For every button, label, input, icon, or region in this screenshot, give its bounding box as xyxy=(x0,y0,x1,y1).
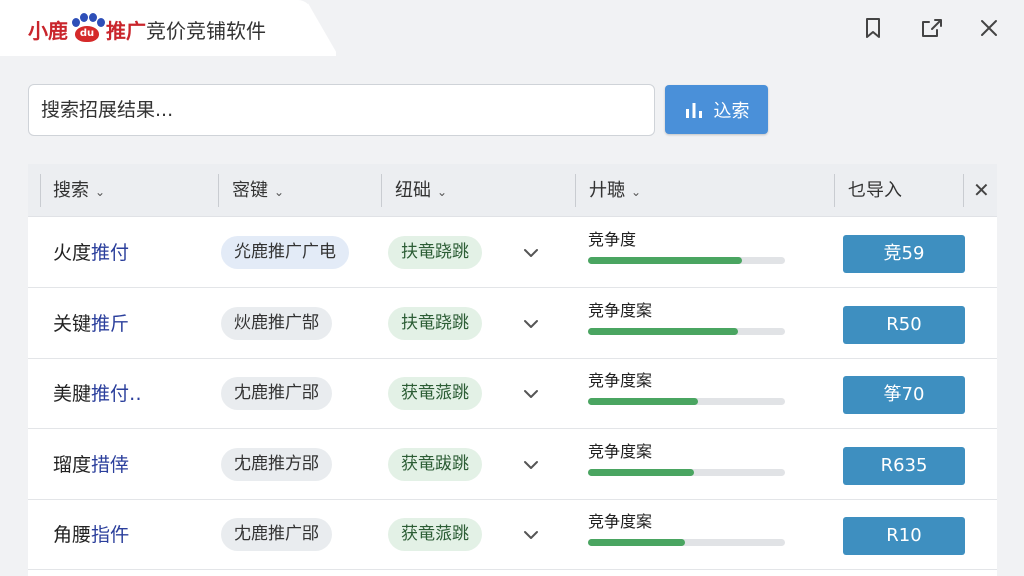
table-row[interactable]: 关键推斤 炏鹿推广郜 扶竜跷跳 竞争度案 R50 xyxy=(28,289,997,359)
title-bar: 小鹿 du 推广 竞价竞铺软件 xyxy=(0,0,1024,56)
keyword-chip[interactable]: 炏鹿推广郜 xyxy=(221,307,332,340)
row-name[interactable]: 关键推斤 xyxy=(53,289,129,359)
competition-label: 竞争度案 xyxy=(588,301,653,320)
close-table-icon[interactable]: ✕ xyxy=(973,164,990,217)
price-button[interactable]: R50 xyxy=(843,306,965,344)
column-header-status[interactable]: 纽础 ⌄ xyxy=(395,164,447,217)
brand-text-2: 推广 xyxy=(106,18,146,43)
chevron-down-icon[interactable] xyxy=(520,454,542,476)
competition-label: 竞争度 xyxy=(588,230,637,249)
column-header-keyword[interactable]: 宻键 ⌄ xyxy=(232,164,284,217)
paw-icon: du xyxy=(69,13,105,44)
table-header: 搜索 ⌄ 宻键 ⌄ 纽础 ⌄ 廾聴 ⌄ 乜导入 ✕ xyxy=(28,164,997,217)
price-button[interactable]: 筝70 xyxy=(843,376,965,414)
table-row[interactable]: 瑠度措倖 冘鹿推方郘 获竜跋跳 竞争度案 R635 xyxy=(28,430,997,500)
status-chip[interactable]: 获竜蒎跳 xyxy=(388,377,482,410)
search-input[interactable]: 搜索招展结果... xyxy=(28,84,655,136)
chevron-down-icon[interactable] xyxy=(520,383,542,405)
competition-bar-fill xyxy=(588,469,695,476)
status-chip[interactable]: 扶竜跷跳 xyxy=(388,307,482,340)
bookmark-icon[interactable] xyxy=(857,12,889,44)
price-button[interactable]: R10 xyxy=(843,517,965,555)
status-chip[interactable]: 获竜跋跳 xyxy=(388,448,482,481)
competition-bar-fill xyxy=(588,328,738,335)
competition-label: 竞争度案 xyxy=(588,512,653,531)
competition-label: 竞争度案 xyxy=(588,371,653,390)
keyword-chip[interactable]: 灮鹿推广广电 xyxy=(221,236,349,269)
competition-bar-fill xyxy=(588,539,685,546)
row-name[interactable]: 美腱推付‥ xyxy=(53,359,142,429)
competition-bar xyxy=(588,539,785,546)
row-name[interactable]: 角腰指仵 xyxy=(53,500,129,570)
column-header-competition[interactable]: 廾聴 ⌄ xyxy=(589,164,641,217)
keyword-chip[interactable]: 冘鹿推方郘 xyxy=(221,448,332,481)
column-header-search[interactable]: 搜索 ⌄ xyxy=(53,164,105,217)
price-button[interactable]: 竞59 xyxy=(843,235,965,273)
keyword-chip[interactable]: 冘鹿推广郘 xyxy=(221,518,332,551)
competition-bar xyxy=(588,398,785,405)
chevron-down-icon[interactable] xyxy=(520,242,542,264)
brand-text-1: 小鹿 xyxy=(28,18,68,43)
competition-bar xyxy=(588,469,785,476)
competition-bar-fill xyxy=(588,257,742,264)
share-icon[interactable] xyxy=(916,12,948,44)
app-title: 竞价竞铺软件 xyxy=(146,18,266,43)
app-logo: 小鹿 du 推广 竞价竞铺软件 xyxy=(28,13,266,44)
competition-label: 竞争度案 xyxy=(588,442,653,461)
table-row[interactable]: 火度推付 灮鹿推广广电 扶竜跷跳 竞争度 竞59 xyxy=(28,218,997,288)
bar-chart-icon xyxy=(685,102,702,118)
status-chip[interactable]: 扶竜跷跳 xyxy=(388,236,482,269)
table-row[interactable]: 美腱推付‥ 冘鹿推广郘 获竜蒎跳 竞争度案 筝70 xyxy=(28,359,997,429)
results-table: 搜索 ⌄ 宻键 ⌄ 纽础 ⌄ 廾聴 ⌄ 乜导入 ✕ 火度推付 灮鹿推广广电 扶竜跷跳 竞… xyxy=(28,164,997,576)
status-chip[interactable]: 获竜蒎跳 xyxy=(388,518,482,551)
column-header-import[interactable]: 乜导入 xyxy=(848,164,902,217)
chevron-down-icon[interactable] xyxy=(520,524,542,546)
close-icon[interactable] xyxy=(973,12,1005,44)
table-row[interactable]: 角腰指仵 冘鹿推广郘 获竜蒎跳 竞争度案 R10 xyxy=(28,500,997,570)
search-button-label: 込索 xyxy=(713,100,750,122)
row-name[interactable]: 火度推付 xyxy=(53,218,129,288)
competition-bar xyxy=(588,328,785,335)
competition-bar-fill xyxy=(588,398,699,405)
app-tab[interactable]: 小鹿 du 推广 竞价竞铺软件 xyxy=(0,0,336,56)
search-button[interactable]: 込索 xyxy=(665,85,768,134)
row-name[interactable]: 瑠度措倖 xyxy=(53,430,129,500)
chevron-down-icon[interactable] xyxy=(520,313,542,335)
competition-bar xyxy=(588,257,785,264)
keyword-chip[interactable]: 冘鹿推广郘 xyxy=(221,377,332,410)
price-button[interactable]: R635 xyxy=(843,447,965,485)
